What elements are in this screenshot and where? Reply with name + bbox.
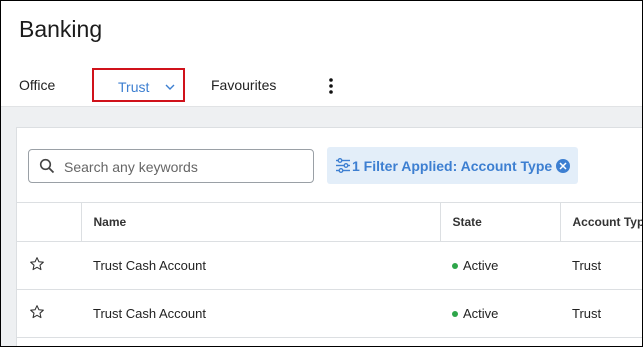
account-name: Trust Cash Account xyxy=(81,289,440,338)
column-header-state[interactable]: State xyxy=(440,202,561,242)
column-header-account-type[interactable]: Account Type xyxy=(560,202,642,242)
favourite-cell xyxy=(17,241,81,290)
search-input[interactable] xyxy=(62,151,311,183)
tab-trust-label: Trust xyxy=(118,79,150,95)
state-label: Active xyxy=(463,258,499,273)
content-area: 1 Filter Applied: Account Type Name Stat… xyxy=(1,106,642,346)
column-header-name[interactable]: Name xyxy=(81,202,441,242)
state-cell: Active xyxy=(440,289,560,338)
page-title: Banking xyxy=(19,16,103,42)
tab-bar: Office Trust Favourites xyxy=(1,66,642,106)
table-row[interactable]: Trust Cash Account Active Trust xyxy=(17,241,642,290)
active-status-dot xyxy=(452,310,458,317)
table-header-row: Name State Account Type xyxy=(17,202,642,242)
banking-window: Banking Office Trust Favourites Search a… xyxy=(0,0,643,347)
state-cell: Active xyxy=(440,241,560,290)
accounts-panel: 1 Filter Applied: Account Type Name Stat… xyxy=(16,127,642,346)
filter-chip-label: 1 Filter Applied: Account Type xyxy=(352,158,553,174)
close-circle-icon[interactable] xyxy=(556,159,570,173)
filter-sliders-icon xyxy=(336,158,350,173)
account-type: Trust xyxy=(560,241,642,290)
column-header-favourite xyxy=(17,202,82,242)
favourite-cell xyxy=(17,289,81,338)
tab-office[interactable]: Office xyxy=(19,66,55,104)
search-box[interactable] xyxy=(28,149,314,183)
star-outline-icon[interactable] xyxy=(29,256,45,272)
accounts-table: Name State Account Type Trust Cash Accou… xyxy=(17,202,642,338)
chevron-down-icon xyxy=(165,84,175,90)
filter-chip[interactable]: 1 Filter Applied: Account Type xyxy=(327,147,578,184)
state-label: Active xyxy=(463,306,499,321)
tab-trust[interactable]: Trust xyxy=(92,68,185,102)
search-icon xyxy=(39,158,55,174)
tab-favourites[interactable]: Favourites xyxy=(211,66,276,104)
more-vertical-icon[interactable] xyxy=(323,76,339,96)
star-outline-icon[interactable] xyxy=(29,304,45,320)
active-status-dot xyxy=(452,262,458,269)
table-row[interactable]: Trust Cash Account Active Trust xyxy=(17,289,642,338)
account-type: Trust xyxy=(560,289,642,338)
account-name: Trust Cash Account xyxy=(81,241,440,290)
